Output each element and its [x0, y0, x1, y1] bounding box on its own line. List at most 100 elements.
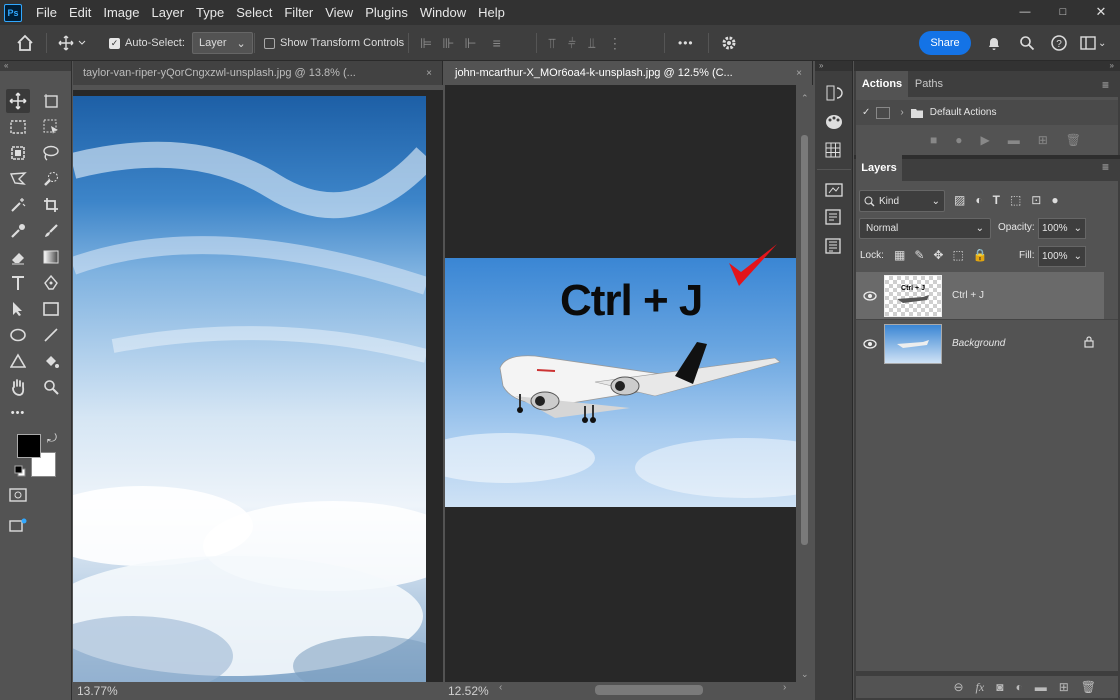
- menu-filter[interactable]: Filter: [278, 5, 319, 20]
- lock-artboard-icon[interactable]: ⬚: [952, 248, 963, 262]
- default-colors-icon[interactable]: [14, 464, 26, 477]
- screen-mode-icon[interactable]: [6, 513, 30, 537]
- panel-menu-icon[interactable]: ≡: [1102, 78, 1109, 92]
- help-icon[interactable]: ?: [1050, 25, 1068, 61]
- crop-tool-icon[interactable]: [39, 193, 63, 217]
- lasso-tool-icon[interactable]: [39, 141, 63, 165]
- scroll-up-icon[interactable]: ⌃: [801, 93, 809, 104]
- brush-tool-icon[interactable]: [39, 219, 63, 243]
- menu-edit[interactable]: Edit: [63, 5, 97, 20]
- paint-bucket-tool-icon[interactable]: [39, 349, 63, 373]
- pen-tool-icon[interactable]: [39, 271, 63, 295]
- link-layers-icon[interactable]: ⊖: [953, 680, 963, 694]
- close-icon[interactable]: ×: [426, 68, 432, 79]
- new-group-icon[interactable]: ▬: [1035, 680, 1047, 694]
- libraries-icon[interactable]: [825, 181, 843, 202]
- layer-row-ctrl-j[interactable]: Ctrl + J Ctrl + J: [856, 272, 1104, 319]
- crop-grid-tool-icon[interactable]: [6, 141, 30, 165]
- menu-plugins[interactable]: Plugins: [359, 5, 414, 20]
- fill-input[interactable]: 100% ⌄: [1038, 246, 1086, 267]
- gradient-tool-icon[interactable]: [39, 245, 63, 269]
- adjustments-icon[interactable]: [825, 238, 841, 259]
- menu-image[interactable]: Image: [97, 5, 145, 20]
- align-center-icon[interactable]: ⊪: [442, 35, 454, 52]
- collapse-icon[interactable]: »: [854, 61, 1120, 71]
- stop-icon[interactable]: ■: [930, 133, 937, 147]
- horizontal-scrollbar-thumb[interactable]: [595, 685, 703, 695]
- layer-mask-icon[interactable]: ◙: [996, 680, 1003, 694]
- move-tool-preset-icon[interactable]: [58, 25, 86, 61]
- show-transform-controls-checkbox[interactable]: Show Transform Controls: [264, 25, 404, 61]
- minimize-button[interactable]: —: [1006, 2, 1044, 22]
- document-tab-right[interactable]: john-mcarthur-X_MOr6oa4-k-unsplash.jpg @…: [445, 61, 813, 85]
- lock-transparent-pixels-icon[interactable]: ▦: [894, 248, 905, 262]
- workspace-switcher-icon[interactable]: ⌄: [1080, 25, 1106, 61]
- pixel-filter-icon[interactable]: ▨: [954, 193, 965, 207]
- type-tool-icon[interactable]: [6, 271, 30, 295]
- swap-colors-icon[interactable]: ⤾: [47, 431, 57, 446]
- filter-toggle-icon[interactable]: ●: [1051, 193, 1058, 207]
- collapse-icon[interactable]: »: [815, 61, 852, 71]
- document-tab-left[interactable]: taylor-van-riper-yQorCngxzwl-unsplash.jp…: [73, 61, 443, 85]
- align-top-icon[interactable]: ⫪: [548, 35, 556, 52]
- ellipse-tool-icon[interactable]: [6, 323, 30, 347]
- default-actions-row[interactable]: ✓ › Default Actions: [856, 100, 1118, 125]
- swatches-grid-icon[interactable]: [825, 142, 841, 163]
- delete-layer-icon[interactable]: 🗑: [1081, 680, 1096, 694]
- edit-toolbar-icon[interactable]: •••: [6, 401, 30, 425]
- eye-icon[interactable]: [856, 290, 884, 301]
- collapse-icon[interactable]: «: [0, 61, 71, 71]
- align-right-icon[interactable]: ⊩: [464, 35, 476, 52]
- eye-icon[interactable]: [856, 338, 884, 349]
- toggle-checkmark-icon[interactable]: ✓: [862, 107, 870, 118]
- chevron-right-icon[interactable]: ›: [900, 107, 903, 118]
- tab-layers[interactable]: Layers: [856, 155, 902, 181]
- auto-select-checkbox[interactable]: ✓ Auto-Select:: [109, 25, 185, 61]
- eyedropper-tool-icon[interactable]: [6, 219, 30, 243]
- notifications-icon[interactable]: [986, 25, 1002, 61]
- distribute-icon[interactable]: ≡: [493, 35, 501, 51]
- distribute-vertical-icon[interactable]: ⋮: [608, 35, 622, 52]
- lock-position-icon[interactable]: ✥: [933, 248, 943, 262]
- close-window-button[interactable]: ✕: [1082, 2, 1120, 22]
- lock-all-icon[interactable]: 🔒: [973, 248, 988, 262]
- menu-type[interactable]: Type: [190, 5, 230, 20]
- rectangle-tool-icon[interactable]: [39, 297, 63, 321]
- menu-help[interactable]: Help: [472, 5, 511, 20]
- layer-row-background[interactable]: Background: [856, 320, 1104, 367]
- magic-wand-tool-icon[interactable]: [6, 193, 30, 217]
- scroll-down-icon[interactable]: ⌄: [801, 669, 809, 680]
- properties-icon[interactable]: [825, 209, 841, 230]
- scroll-right-icon[interactable]: ›: [783, 682, 786, 693]
- layer-style-icon[interactable]: fx: [976, 680, 985, 695]
- adjustment-layer-icon[interactable]: ◐: [1015, 680, 1022, 694]
- scrollbar-thumb[interactable]: [801, 135, 808, 545]
- new-layer-icon[interactable]: ⊞: [1059, 680, 1069, 694]
- history-icon[interactable]: [825, 84, 843, 107]
- triangle-tool-icon[interactable]: [6, 349, 30, 373]
- move-tool-icon[interactable]: [6, 89, 30, 113]
- play-icon[interactable]: ▶: [981, 133, 990, 147]
- share-button[interactable]: Share: [919, 31, 971, 55]
- object-selection-tool-icon[interactable]: [39, 115, 63, 139]
- close-icon[interactable]: ×: [796, 68, 802, 79]
- layer-filter-dropdown[interactable]: Kind ⌄: [859, 190, 945, 212]
- menu-file[interactable]: File: [30, 5, 63, 20]
- record-icon[interactable]: ●: [955, 133, 962, 147]
- more-options-icon[interactable]: •••: [678, 25, 694, 61]
- type-filter-icon[interactable]: T: [993, 193, 1000, 207]
- adjustment-filter-icon[interactable]: ◐: [975, 193, 982, 207]
- menu-window[interactable]: Window: [414, 5, 472, 20]
- new-set-folder-icon[interactable]: ▬: [1008, 133, 1020, 147]
- blend-mode-dropdown[interactable]: Normal ⌄: [859, 218, 991, 239]
- quick-mask-icon[interactable]: [6, 483, 30, 507]
- menu-layer[interactable]: Layer: [146, 5, 191, 20]
- align-bottom-icon[interactable]: ⫫: [588, 35, 596, 52]
- eraser-tool-icon[interactable]: [6, 245, 30, 269]
- lock-image-pixels-icon[interactable]: ✎: [914, 248, 924, 262]
- path-selection-tool-icon[interactable]: [6, 297, 30, 321]
- quick-selection-tool-icon[interactable]: [39, 167, 63, 191]
- lock-icon[interactable]: [1084, 336, 1094, 351]
- gear-icon[interactable]: [720, 25, 738, 61]
- maximize-button[interactable]: □: [1044, 2, 1082, 22]
